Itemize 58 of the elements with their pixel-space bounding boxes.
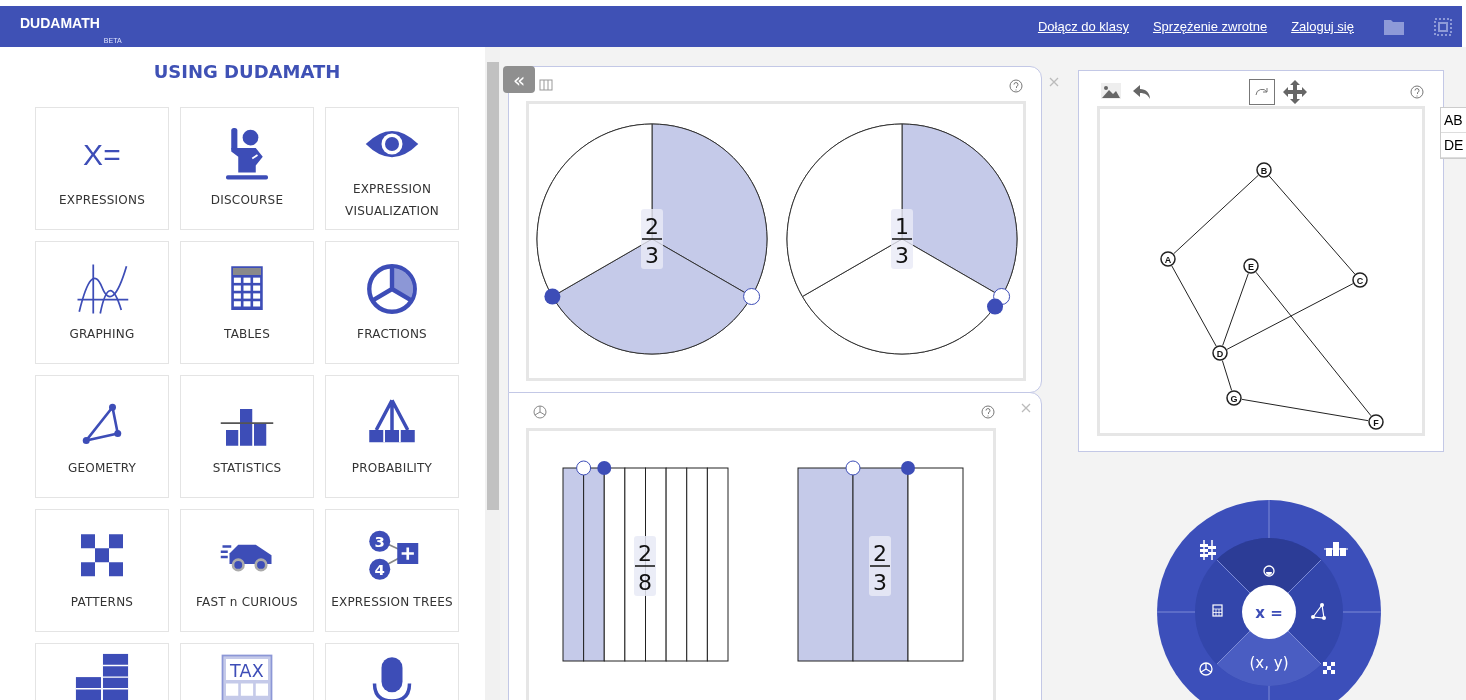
- sidebar-title: USING DUDAMATH: [152, 61, 342, 82]
- move-icon[interactable]: [1283, 80, 1307, 104]
- graph-node[interactable]: A: [1160, 251, 1176, 267]
- help-icon[interactable]: [1009, 79, 1023, 93]
- graph-node[interactable]: C: [1352, 272, 1368, 288]
- redo-button[interactable]: [1249, 79, 1275, 105]
- undo-icon[interactable]: [1133, 85, 1151, 99]
- sidebar-tile[interactable]: PATTERNS: [35, 509, 169, 632]
- sidebar-tile[interactable]: STATISTICS: [180, 375, 314, 498]
- graph-node[interactable]: G: [1226, 390, 1242, 406]
- fraction-pie-drawing[interactable]: 2 3: [536, 123, 768, 355]
- triangle-icon[interactable]: [1311, 603, 1326, 620]
- fraction-bar-drawing[interactable]: 2 3: [797, 460, 964, 662]
- sidebar-tile[interactable]: GEOMETRY: [35, 375, 169, 498]
- sidebar-tile[interactable]: TABLES: [180, 241, 314, 364]
- scrollbar-thumb[interactable]: [487, 62, 499, 510]
- graph-node[interactable]: D: [1212, 345, 1228, 361]
- fraction-bar-drawing[interactable]: 2 8: [562, 460, 729, 662]
- app-logo[interactable]: DUDAMATH: [20, 14, 100, 31]
- sidebar-tile[interactable]: PROBABILITY: [325, 375, 459, 498]
- fraction-pie-drawing[interactable]: 1 3: [786, 123, 1018, 355]
- sidebar-tile[interactable]: X= EXPRESSIONS: [35, 107, 169, 230]
- graph-edge[interactable]: [1221, 360, 1233, 391]
- table-cell: AB: [1441, 108, 1466, 133]
- nav-link[interactable]: Sprzężenie zwrotne: [1152, 19, 1268, 34]
- table-cell: DE: [1441, 133, 1466, 158]
- folder-icon[interactable]: [1384, 18, 1404, 35]
- graph-edge[interactable]: [1241, 398, 1369, 422]
- graph-node[interactable]: F: [1368, 414, 1384, 430]
- smiley-icon[interactable]: [1263, 565, 1275, 577]
- scrollbar[interactable]: [485, 47, 500, 700]
- graph-edge[interactable]: [1222, 273, 1249, 346]
- image-icon[interactable]: [1101, 83, 1121, 99]
- expression-symbol: X=: [83, 136, 121, 173]
- coordinates-label[interactable]: (x, y): [1249, 654, 1289, 672]
- abacus-icon[interactable]: [1200, 539, 1216, 561]
- help-icon[interactable]: [981, 405, 995, 419]
- sidebar-tile[interactable]: 3 4 EXPRESSION TREES: [325, 509, 459, 632]
- help-icon[interactable]: [1410, 85, 1424, 99]
- sidebar-tile[interactable]: FRACTIONS: [325, 241, 459, 364]
- graph-edge[interactable]: [1226, 283, 1354, 350]
- checkerboard-icon[interactable]: [1323, 662, 1335, 674]
- grid-icon[interactable]: [1434, 17, 1452, 36]
- nav-link[interactable]: Dołącz do klasy: [1037, 19, 1129, 34]
- stacked-bars-icon: [74, 652, 130, 700]
- sidebar-tile[interactable]: FAST n CURIOUS: [180, 509, 314, 632]
- center-label[interactable]: x =: [1255, 604, 1283, 622]
- table-grid-icon[interactable]: [1212, 604, 1223, 617]
- calculator-icon: TAX: [219, 652, 275, 700]
- sidebar-tile[interactable]: EXPRESSION VISUALIZATION: [325, 107, 459, 230]
- sidebar-tile[interactable]: DISCOURSE: [180, 107, 314, 230]
- sidebar-tile[interactable]: TAX: [180, 643, 314, 700]
- graph-node[interactable]: E: [1243, 258, 1259, 274]
- nav-link[interactable]: Zaloguj się: [1291, 19, 1354, 34]
- bar-chart-icon[interactable]: [1323, 542, 1349, 556]
- sidebar-tile[interactable]: GRAPHING: [35, 241, 169, 364]
- graph-node[interactable]: B: [1256, 162, 1272, 178]
- center-button[interactable]: [1242, 585, 1296, 639]
